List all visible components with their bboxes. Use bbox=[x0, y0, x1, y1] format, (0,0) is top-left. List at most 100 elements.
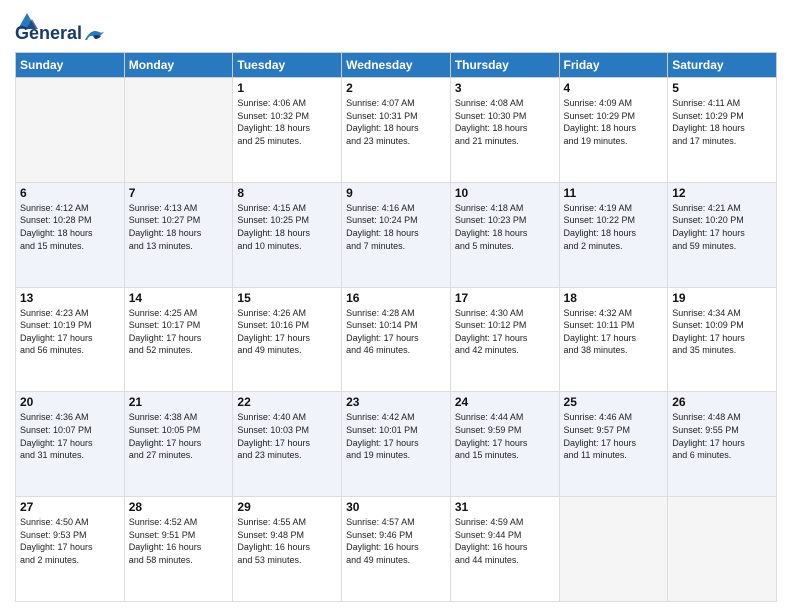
calendar-cell: 3 Sunrise: 4:08 AMSunset: 10:30 PMDayligh… bbox=[450, 78, 559, 183]
day-info: Sunrise: 4:36 AMSunset: 10:07 PMDaylight… bbox=[20, 411, 120, 461]
day-number: 25 bbox=[564, 395, 664, 409]
logo: General bbox=[15, 10, 108, 44]
day-number: 13 bbox=[20, 291, 120, 305]
day-number: 16 bbox=[346, 291, 446, 305]
calendar-cell: 7 Sunrise: 4:13 AMSunset: 10:27 PMDayligh… bbox=[124, 182, 233, 287]
day-info: Sunrise: 4:12 AMSunset: 10:28 PMDaylight… bbox=[20, 202, 120, 252]
day-info: Sunrise: 4:21 AMSunset: 10:20 PMDaylight… bbox=[672, 202, 772, 252]
day-info: Sunrise: 4:13 AMSunset: 10:27 PMDaylight… bbox=[129, 202, 229, 252]
calendar-cell: 28 Sunrise: 4:52 AMSunset: 9:51 PMDayligh… bbox=[124, 497, 233, 602]
day-info: Sunrise: 4:48 AMSunset: 9:55 PMDaylight:… bbox=[672, 411, 772, 461]
day-number: 10 bbox=[455, 186, 555, 200]
day-info: Sunrise: 4:46 AMSunset: 9:57 PMDaylight:… bbox=[564, 411, 664, 461]
calendar-week-0: 1 Sunrise: 4:06 AMSunset: 10:32 PMDayligh… bbox=[16, 78, 777, 183]
calendar-cell: 6 Sunrise: 4:12 AMSunset: 10:28 PMDayligh… bbox=[16, 182, 125, 287]
day-number: 4 bbox=[564, 81, 664, 95]
day-info: Sunrise: 4:11 AMSunset: 10:29 PMDaylight… bbox=[672, 97, 772, 147]
calendar-cell: 23 Sunrise: 4:42 AMSunset: 10:01 PMDaylig… bbox=[342, 392, 451, 497]
day-number: 5 bbox=[672, 81, 772, 95]
day-number: 17 bbox=[455, 291, 555, 305]
calendar-cell: 21Sunrise: 4:38 AMSunset: 10:05 PMDaylig… bbox=[124, 392, 233, 497]
day-info: Sunrise: 4:34 AMSunset: 10:09 PMDaylight… bbox=[672, 307, 772, 357]
day-number: 7 bbox=[129, 186, 229, 200]
day-number: 1 bbox=[237, 81, 337, 95]
calendar-cell: 20 Sunrise: 4:36 AMSunset: 10:07 PMDaylig… bbox=[16, 392, 125, 497]
day-number: 11 bbox=[564, 186, 664, 200]
day-info: Sunrise: 4:18 AMSunset: 10:23 PMDaylight… bbox=[455, 202, 555, 252]
calendar-cell: 18 Sunrise: 4:32 AMSunset: 10:11 PMDaylig… bbox=[559, 287, 668, 392]
calendar-week-3: 20 Sunrise: 4:36 AMSunset: 10:07 PMDaylig… bbox=[16, 392, 777, 497]
day-number: 22 bbox=[237, 395, 337, 409]
day-info: Sunrise: 4:32 AMSunset: 10:11 PMDaylight… bbox=[564, 307, 664, 357]
col-header-wednesday: Wednesday bbox=[342, 53, 451, 78]
day-number: 28 bbox=[129, 500, 229, 514]
day-number: 31 bbox=[455, 500, 555, 514]
calendar-cell: 4 Sunrise: 4:09 AMSunset: 10:29 PMDayligh… bbox=[559, 78, 668, 183]
calendar-cell: 11Sunrise: 4:19 AMSunset: 10:22 PMDaylig… bbox=[559, 182, 668, 287]
col-header-sunday: Sunday bbox=[16, 53, 125, 78]
day-number: 29 bbox=[237, 500, 337, 514]
day-number: 12 bbox=[672, 186, 772, 200]
day-info: Sunrise: 4:30 AMSunset: 10:12 PMDaylight… bbox=[455, 307, 555, 357]
calendar-cell: 17 Sunrise: 4:30 AMSunset: 10:12 PMDaylig… bbox=[450, 287, 559, 392]
col-header-tuesday: Tuesday bbox=[233, 53, 342, 78]
calendar-cell: 10 Sunrise: 4:18 AMSunset: 10:23 PMDaylig… bbox=[450, 182, 559, 287]
col-header-friday: Friday bbox=[559, 53, 668, 78]
day-number: 21 bbox=[129, 395, 229, 409]
day-info: Sunrise: 4:40 AMSunset: 10:03 PMDaylight… bbox=[237, 411, 337, 461]
day-number: 23 bbox=[346, 395, 446, 409]
calendar-cell: 2 Sunrise: 4:07 AMSunset: 10:31 PMDayligh… bbox=[342, 78, 451, 183]
day-info: Sunrise: 4:57 AMSunset: 9:46 PMDaylight:… bbox=[346, 516, 446, 566]
calendar-cell: 15Sunrise: 4:26 AMSunset: 10:16 PMDaylig… bbox=[233, 287, 342, 392]
day-number: 18 bbox=[564, 291, 664, 305]
day-number: 24 bbox=[455, 395, 555, 409]
day-number: 20 bbox=[20, 395, 120, 409]
col-header-saturday: Saturday bbox=[668, 53, 777, 78]
day-info: Sunrise: 4:42 AMSunset: 10:01 PMDaylight… bbox=[346, 411, 446, 461]
day-info: Sunrise: 4:09 AMSunset: 10:29 PMDaylight… bbox=[564, 97, 664, 147]
calendar-week-4: 27 Sunrise: 4:50 AMSunset: 9:53 PMDayligh… bbox=[16, 497, 777, 602]
calendar-header-row: SundayMondayTuesdayWednesdayThursdayFrid… bbox=[16, 53, 777, 78]
calendar-week-2: 13 Sunrise: 4:23 AMSunset: 10:19 PMDaylig… bbox=[16, 287, 777, 392]
day-number: 14 bbox=[129, 291, 229, 305]
day-info: Sunrise: 4:44 AMSunset: 9:59 PMDaylight:… bbox=[455, 411, 555, 461]
calendar-cell: 14 Sunrise: 4:25 AMSunset: 10:17 PMDaylig… bbox=[124, 287, 233, 392]
day-number: 2 bbox=[346, 81, 446, 95]
day-number: 27 bbox=[20, 500, 120, 514]
day-info: Sunrise: 4:25 AMSunset: 10:17 PMDaylight… bbox=[129, 307, 229, 357]
day-info: Sunrise: 4:52 AMSunset: 9:51 PMDaylight:… bbox=[129, 516, 229, 566]
day-number: 9 bbox=[346, 186, 446, 200]
header: General bbox=[15, 10, 777, 44]
day-info: Sunrise: 4:55 AMSunset: 9:48 PMDaylight:… bbox=[237, 516, 337, 566]
calendar-cell: 30Sunrise: 4:57 AMSunset: 9:46 PMDayligh… bbox=[342, 497, 451, 602]
day-number: 3 bbox=[455, 81, 555, 95]
day-info: Sunrise: 4:08 AMSunset: 10:30 PMDaylight… bbox=[455, 97, 555, 147]
calendar-cell bbox=[668, 497, 777, 602]
calendar-cell: 27 Sunrise: 4:50 AMSunset: 9:53 PMDayligh… bbox=[16, 497, 125, 602]
day-info: Sunrise: 4:07 AMSunset: 10:31 PMDaylight… bbox=[346, 97, 446, 147]
calendar-cell: 26Sunrise: 4:48 AMSunset: 9:55 PMDayligh… bbox=[668, 392, 777, 497]
calendar-cell: 8Sunrise: 4:15 AMSunset: 10:25 PMDayligh… bbox=[233, 182, 342, 287]
day-info: Sunrise: 4:59 AMSunset: 9:44 PMDaylight:… bbox=[455, 516, 555, 566]
day-info: Sunrise: 4:28 AMSunset: 10:14 PMDaylight… bbox=[346, 307, 446, 357]
logo-general2: General bbox=[15, 23, 82, 44]
day-info: Sunrise: 4:06 AMSunset: 10:32 PMDaylight… bbox=[237, 97, 337, 147]
col-header-thursday: Thursday bbox=[450, 53, 559, 78]
calendar-cell: 16 Sunrise: 4:28 AMSunset: 10:14 PMDaylig… bbox=[342, 287, 451, 392]
calendar-cell bbox=[16, 78, 125, 183]
day-number: 6 bbox=[20, 186, 120, 200]
calendar-cell: 9Sunrise: 4:16 AMSunset: 10:24 PMDayligh… bbox=[342, 182, 451, 287]
day-info: Sunrise: 4:50 AMSunset: 9:53 PMDaylight:… bbox=[20, 516, 120, 566]
page: General SundayMondayTuesdayWednesdayThur… bbox=[0, 0, 792, 612]
calendar-cell: 31 Sunrise: 4:59 AMSunset: 9:44 PMDayligh… bbox=[450, 497, 559, 602]
day-info: Sunrise: 4:26 AMSunset: 10:16 PMDaylight… bbox=[237, 307, 337, 357]
calendar-cell: 19 Sunrise: 4:34 AMSunset: 10:09 PMDaylig… bbox=[668, 287, 777, 392]
calendar-cell: 5 Sunrise: 4:11 AMSunset: 10:29 PMDayligh… bbox=[668, 78, 777, 183]
calendar-week-1: 6 Sunrise: 4:12 AMSunset: 10:28 PMDayligh… bbox=[16, 182, 777, 287]
calendar-cell: 22 Sunrise: 4:40 AMSunset: 10:03 PMDaylig… bbox=[233, 392, 342, 497]
day-number: 19 bbox=[672, 291, 772, 305]
calendar-cell bbox=[124, 78, 233, 183]
calendar-cell bbox=[559, 497, 668, 602]
day-number: 8 bbox=[237, 186, 337, 200]
day-info: Sunrise: 4:23 AMSunset: 10:19 PMDaylight… bbox=[20, 307, 120, 357]
